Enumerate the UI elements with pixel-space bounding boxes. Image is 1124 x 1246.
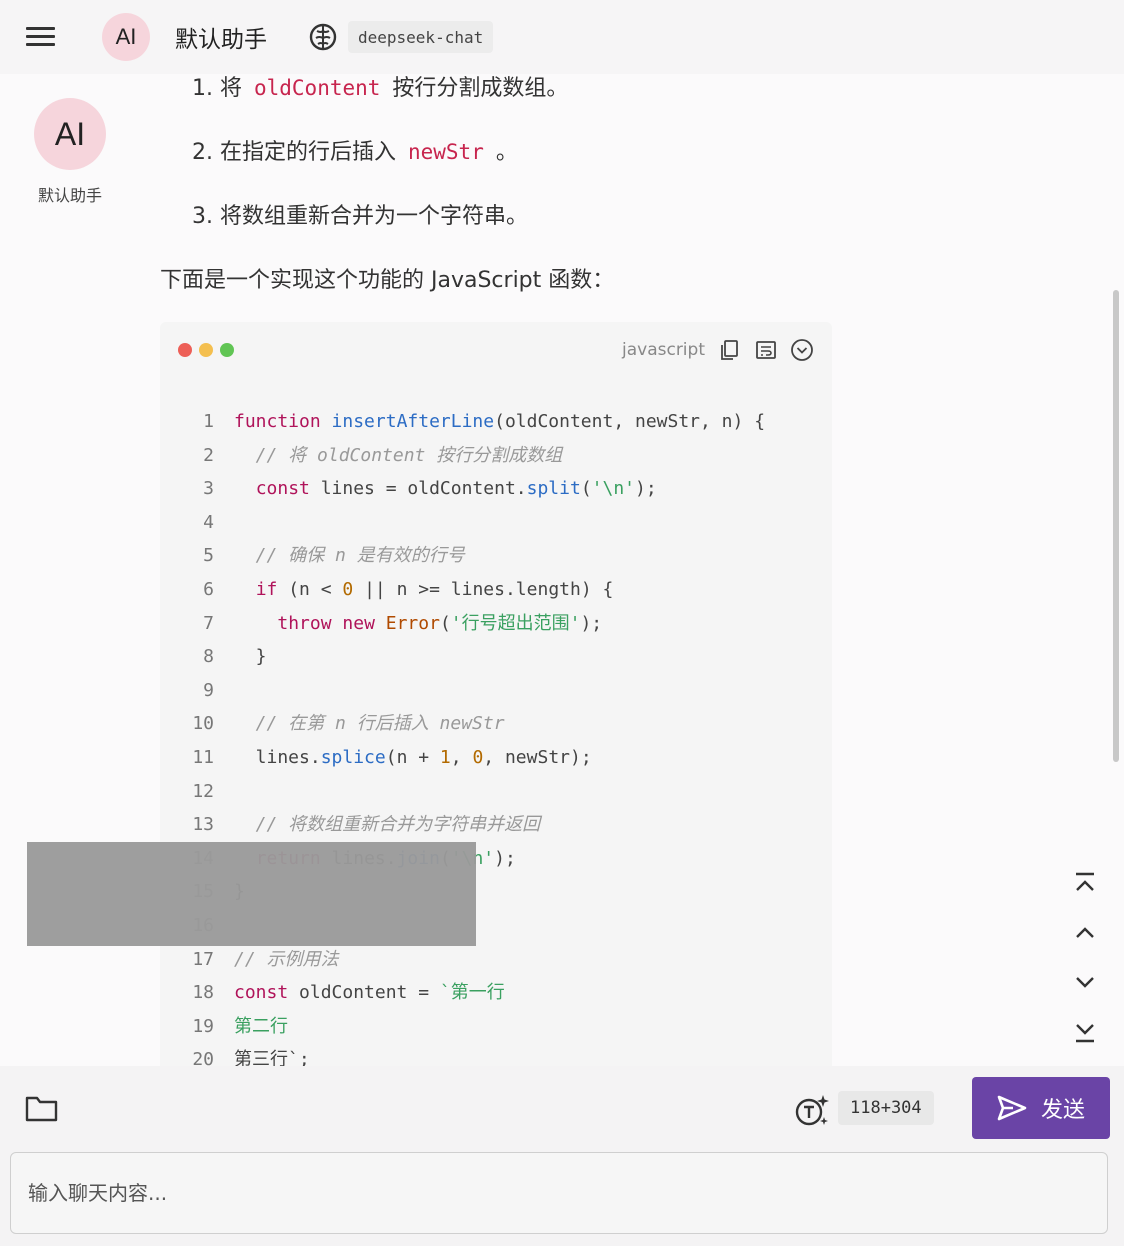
line-code: // 在第 n 行后插入 newStr — [234, 713, 505, 735]
step-2: 2. 在指定的行后插入 newStr。 — [192, 140, 518, 165]
line-number: 4 — [203, 511, 214, 533]
inline-code: oldContent — [253, 76, 381, 100]
assistant-title[interactable]: 默认助手 — [175, 20, 267, 54]
code-line: 3 const lines = oldContent.split('\n'); — [160, 472, 832, 506]
line-code: lines.splice(n + 1, 0, newStr); — [234, 747, 592, 768]
line-number: 12 — [192, 780, 214, 802]
code-line: 19 第二行 — [160, 1010, 832, 1044]
code-language: javascript — [622, 340, 705, 360]
line-code: // 将数组重新合并为字符串并返回 — [234, 814, 541, 836]
line-number: 5 — [203, 545, 214, 567]
line-number: 3 — [203, 478, 214, 500]
collapse-icon[interactable] — [790, 338, 814, 362]
red-dot — [178, 343, 192, 357]
step-3: 3. 将数组重新合并为一个字符串。 — [192, 204, 528, 229]
line-number: 2 — [203, 444, 214, 466]
wrap-icon[interactable] — [754, 338, 778, 362]
send-button[interactable]: 发送 — [972, 1077, 1110, 1139]
code-line: 18 const oldContent = `第一行 — [160, 976, 832, 1010]
message-avatar: AI — [34, 98, 106, 170]
line-code: 第二行 — [234, 1015, 288, 1037]
model-badge[interactable]: deepseek-chat — [348, 21, 494, 53]
line-number: 10 — [192, 713, 214, 735]
menu-icon[interactable] — [26, 26, 56, 48]
model-brain-icon[interactable] — [308, 22, 338, 52]
inline-code: newStr — [407, 140, 484, 164]
message-sender-name: 默认助手 — [37, 186, 102, 205]
scroll-top-icon[interactable] — [1071, 870, 1099, 898]
code-line: 8 } — [160, 640, 832, 674]
line-number: 18 — [192, 982, 214, 1004]
message-paragraph: 下面是一个实现这个功能的 JavaScript 函数： — [160, 268, 615, 293]
yellow-dot — [199, 343, 213, 357]
scroll-up-icon[interactable] — [1071, 919, 1099, 947]
code-line: 4 — [160, 506, 832, 540]
token-count: 118+304 — [838, 1091, 934, 1125]
send-icon — [997, 1095, 1027, 1121]
line-code: // 确保 n 是有效的行号 — [234, 545, 465, 567]
line-number: 11 — [192, 747, 214, 768]
line-code: } — [234, 646, 267, 668]
line-code: const oldContent = `第一行 — [234, 982, 505, 1004]
token-icon[interactable] — [794, 1093, 830, 1127]
code-line: 11 lines.splice(n + 1, 0, newStr); — [160, 741, 832, 775]
code-line: 7 throw new Error('行号超出范围'); — [160, 607, 832, 641]
line-number: 17 — [192, 948, 214, 970]
line-code: const lines = oldContent.split('\n'); — [255, 478, 657, 500]
line-number: 8 — [203, 646, 214, 668]
scroll-bottom-icon[interactable] — [1071, 1019, 1099, 1047]
line-number: 6 — [203, 579, 214, 600]
assistant-avatar[interactable]: AI — [102, 13, 150, 61]
line-code: throw new Error('行号超出范围'); — [277, 612, 603, 634]
code-line: 12 — [160, 775, 832, 809]
code-line: 17 // 示例用法 — [160, 943, 832, 977]
code-line: 2 // 将 oldContent 按行分割成数组 — [160, 439, 832, 473]
line-code: // 将 oldContent 按行分割成数组 — [234, 444, 563, 466]
scrollbar[interactable] — [1113, 290, 1119, 762]
line-code: if (n < 0 || n >= lines.length) { — [255, 579, 614, 600]
code-line: 1 function insertAfterLine(oldContent, ne… — [160, 405, 832, 439]
gray-overlay — [27, 842, 476, 946]
window-dots — [178, 342, 241, 361]
line-number: 13 — [192, 814, 214, 836]
code-line: 13 // 将数组重新合并为字符串并返回 — [160, 808, 832, 842]
line-number: 1 — [203, 411, 214, 432]
code-line: 10 // 在第 n 行后插入 newStr — [160, 707, 832, 741]
top-bar: AI 默认助手 deepseek-chat — [0, 0, 1124, 74]
green-dot — [220, 343, 234, 357]
folder-icon[interactable] — [25, 1094, 58, 1122]
code-line: 5 // 确保 n 是有效的行号 — [160, 539, 832, 573]
code-block: javascript 1 function insertAfterLine(old… — [160, 322, 832, 1072]
line-number: 9 — [203, 679, 214, 701]
step-1: 1. 将 oldContent 按行分割成数组。 — [192, 76, 569, 101]
line-number: 19 — [192, 1015, 214, 1037]
line-code: function insertAfterLine(oldContent, new… — [234, 411, 766, 432]
code-line: 9 — [160, 674, 832, 708]
chat-input[interactable] — [10, 1152, 1108, 1234]
code-line: 6 if (n < 0 || n >= lines.length) { — [160, 573, 832, 607]
line-code: // 示例用法 — [234, 948, 339, 970]
send-label: 发送 — [1040, 1098, 1085, 1123]
line-number: 7 — [203, 612, 214, 634]
copy-icon[interactable] — [718, 338, 742, 362]
scroll-down-icon[interactable] — [1071, 968, 1099, 996]
